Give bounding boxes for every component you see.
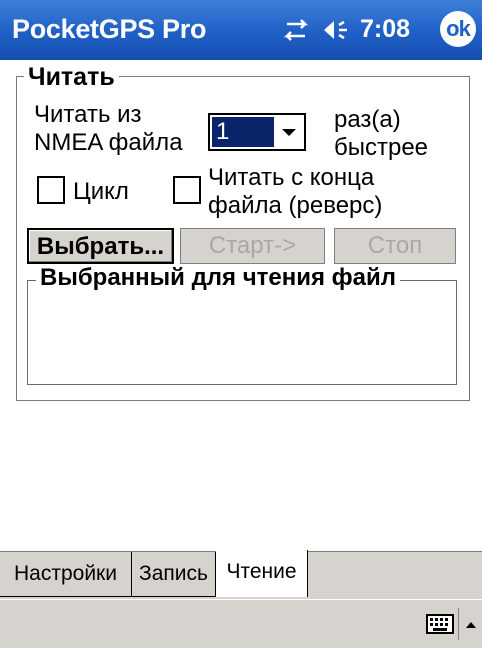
speed-select-value: 1: [212, 117, 274, 147]
bottombar-separator: [458, 608, 459, 640]
tab-record[interactable]: Запись: [132, 552, 216, 597]
loop-checkbox[interactable]: [37, 176, 65, 204]
reverse-label: Читать с конца файла (реверс): [208, 164, 383, 219]
keyboard-icon[interactable]: [426, 614, 454, 634]
connectivity-icon[interactable]: [281, 18, 311, 42]
selected-file-box: [27, 280, 457, 385]
app-title: PocketGPS Pro: [12, 14, 207, 44]
menu-bar: [0, 599, 482, 648]
ok-button[interactable]: ok: [440, 11, 476, 47]
speaker-icon[interactable]: [320, 18, 352, 42]
read-group-title: Читать: [24, 63, 119, 92]
times-faster-label: раз(а) быстрее: [334, 106, 429, 161]
tab-strip: Настройки Запись Чтение: [0, 550, 482, 599]
selected-file-title: Выбранный для чтения файл: [36, 264, 401, 292]
tab-read[interactable]: Чтение: [216, 550, 308, 597]
start-button[interactable]: Старт->: [180, 228, 325, 264]
select-file-button[interactable]: Выбрать...: [27, 228, 174, 264]
chevron-down-icon[interactable]: [278, 123, 300, 141]
title-bar: PocketGPS Pro 7:08 ok: [0, 0, 482, 60]
loop-label: Цикл: [73, 178, 129, 205]
clock[interactable]: 7:08: [360, 15, 410, 44]
tab-settings[interactable]: Настройки: [0, 552, 132, 597]
read-from-label: Читать из NMEA файла: [34, 101, 183, 156]
reverse-checkbox[interactable]: [173, 176, 201, 204]
sip-arrow-icon[interactable]: [464, 614, 478, 636]
speed-select[interactable]: 1: [208, 113, 306, 151]
stop-button[interactable]: Стоп: [334, 228, 456, 264]
